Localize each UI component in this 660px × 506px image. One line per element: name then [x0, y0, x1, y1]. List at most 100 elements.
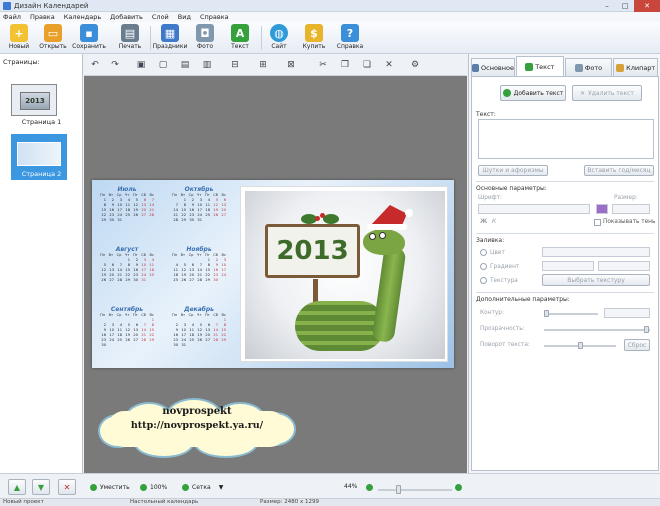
- tab-text[interactable]: Текст: [516, 56, 564, 76]
- layer-front-icon[interactable]: ▣: [134, 58, 148, 72]
- fill-color-field[interactable]: [542, 247, 650, 257]
- help-button[interactable]: ? Справка: [332, 24, 368, 52]
- menu-layer[interactable]: Слой: [152, 13, 169, 21]
- contour-slider-handle[interactable]: [544, 310, 549, 317]
- fill-texture-radio[interactable]: [480, 277, 487, 284]
- menu-help[interactable]: Справка: [200, 13, 229, 21]
- add-page-button[interactable]: ▲: [8, 479, 26, 495]
- layer-up-icon[interactable]: ▤: [178, 58, 192, 72]
- fit-button[interactable]: Уместить: [90, 484, 130, 491]
- calendar-type: Настольный календарь: [130, 499, 199, 505]
- fill-gradient-radio[interactable]: [480, 263, 487, 270]
- open-button[interactable]: ▭ Открыть: [35, 24, 71, 52]
- divider: [476, 292, 654, 293]
- size-field[interactable]: [612, 204, 650, 214]
- month-block: Ноябрь Пн Вт Ср Чт Пт Сб Вс 1 2 3 4 5 6 7 8 9 10 11 12 13 14 1…: [172, 246, 226, 282]
- delete-text-button[interactable]: ✕ Удалить текст: [572, 85, 642, 101]
- text-button[interactable]: A Текст: [222, 24, 258, 52]
- contour-slider[interactable]: [544, 313, 598, 315]
- rotation-slider-handle[interactable]: [578, 342, 583, 349]
- size-icon[interactable]: ⊠: [284, 58, 298, 72]
- add-icon: [502, 89, 511, 97]
- redo-icon[interactable]: ↷: [108, 58, 122, 72]
- font-select[interactable]: [478, 204, 590, 214]
- window-controls: – □ ✕: [598, 0, 660, 12]
- zoom-slider[interactable]: [378, 489, 452, 491]
- page-label-2: Страница 2: [21, 170, 62, 178]
- properties-icon[interactable]: ⚙: [408, 58, 422, 72]
- fill-color-radio[interactable]: [480, 249, 487, 256]
- distribute-icon[interactable]: ⊞: [256, 58, 270, 72]
- grid-dropdown-icon[interactable]: ▼: [219, 484, 224, 491]
- delete-page-button[interactable]: ✕: [58, 479, 76, 495]
- santa-hat-pompom: [405, 209, 413, 217]
- transparency-slider-handle[interactable]: [644, 326, 649, 333]
- menu-add[interactable]: Добавить: [110, 13, 143, 21]
- layer-down-icon[interactable]: ▥: [200, 58, 214, 72]
- text-input[interactable]: [478, 119, 654, 159]
- align-icon[interactable]: ⊟: [228, 58, 242, 72]
- page-label-1[interactable]: Страница 1: [0, 118, 83, 126]
- print-button[interactable]: ▤ Печать: [112, 24, 148, 52]
- minimize-button[interactable]: –: [598, 0, 616, 12]
- zoom-slider-handle[interactable]: [396, 485, 401, 494]
- site-button[interactable]: ◍ Сайт: [261, 24, 297, 52]
- page-thumbnail-1[interactable]: 2013: [11, 84, 57, 116]
- month-name: Декабрь: [184, 306, 214, 313]
- month-name: Июль: [117, 186, 137, 193]
- page-size: Размер: 2480 x 1299: [260, 499, 319, 505]
- transparency-slider[interactable]: [544, 329, 650, 331]
- add-text-button[interactable]: Добавить текст: [500, 85, 566, 101]
- choose-texture-button[interactable]: Выбрать текстуру: [542, 274, 650, 286]
- watermark-cloud: novprospekt http://novprospekt.ya.ru/: [94, 398, 300, 460]
- insert-date-button[interactable]: Вставить год/месяц: [584, 165, 654, 176]
- layer-back-icon[interactable]: ▢: [156, 58, 170, 72]
- delete-icon[interactable]: ✕: [382, 58, 396, 72]
- bold-icon[interactable]: Ж: [480, 218, 487, 225]
- color-picker[interactable]: [596, 204, 608, 214]
- copy-page-button[interactable]: ▼: [32, 479, 50, 495]
- maximize-button[interactable]: □: [616, 0, 634, 12]
- tab-clipart[interactable]: Клипарт: [613, 58, 658, 76]
- zoom-out-button[interactable]: [366, 484, 376, 491]
- text-tab-content: Добавить текст ✕ Удалить текст Текст: Шу…: [471, 76, 659, 471]
- tab-main[interactable]: Основное: [471, 58, 515, 76]
- zoom-100-button[interactable]: 100%: [140, 484, 167, 491]
- close-button[interactable]: ✕: [634, 0, 660, 12]
- menu-view[interactable]: Вид: [178, 13, 191, 21]
- menu-file[interactable]: Файл: [3, 13, 21, 21]
- zoom-in-button[interactable]: [455, 484, 465, 491]
- italic-icon[interactable]: К: [492, 218, 496, 225]
- save-button[interactable]: ▪ Сохранить: [71, 24, 107, 52]
- cut-icon[interactable]: ✂: [316, 58, 330, 72]
- photo-frame[interactable]: 2013: [240, 186, 448, 362]
- gradient-end-field[interactable]: [598, 261, 650, 271]
- month-block: Декабрь Пн Вт Ср Чт Пт Сб Вс 1 2 3 4 5 6 7 8 9 10 11 12 13 14…: [172, 306, 226, 347]
- photo-button[interactable]: ◘ Фото: [187, 24, 223, 52]
- reset-button[interactable]: Сброс: [624, 339, 650, 351]
- month-name: Август: [115, 246, 139, 253]
- menu-calendar[interactable]: Календарь: [64, 13, 101, 21]
- buy-button[interactable]: $ Купить: [296, 24, 332, 52]
- app-icon: [3, 1, 11, 10]
- page-thumbnail-2[interactable]: Страница 2: [11, 134, 67, 180]
- month-block: Сентябрь Пн Вт Ср Чт Пт Сб Вс 1 2 3 4 5 6 7 8 9 10 11 12 13 1…: [100, 306, 154, 347]
- text-icon: A: [231, 24, 249, 42]
- pages-title: Страницы:: [3, 58, 40, 66]
- menu-edit[interactable]: Правка: [30, 13, 55, 21]
- open-folder-icon: ▭: [44, 24, 62, 42]
- shadow-checkbox[interactable]: [594, 219, 601, 226]
- new-button[interactable]: + Новый: [1, 24, 37, 52]
- holidays-button[interactable]: ▦ Праздники: [152, 24, 188, 52]
- photo-background: 2013: [245, 191, 445, 359]
- jokes-button[interactable]: Шутки и афоризмы: [478, 165, 548, 176]
- add-page-icon: ▲: [13, 482, 21, 492]
- contour-color-field[interactable]: [604, 308, 650, 318]
- paste-icon[interactable]: ❏: [360, 58, 374, 72]
- grid-toggle[interactable]: Сетка ▼: [182, 484, 223, 491]
- copy-icon[interactable]: ❐: [338, 58, 352, 72]
- undo-icon[interactable]: ↶: [88, 58, 102, 72]
- gradient-start-field[interactable]: [542, 261, 594, 271]
- calendar-page[interactable]: 2013 Июль Пн Вт Ср Чт Пт Сб Вс 1 2 3 4 5 6 7 8 9 10 11 12 13…: [92, 180, 454, 368]
- tab-photo[interactable]: Фото: [564, 58, 613, 76]
